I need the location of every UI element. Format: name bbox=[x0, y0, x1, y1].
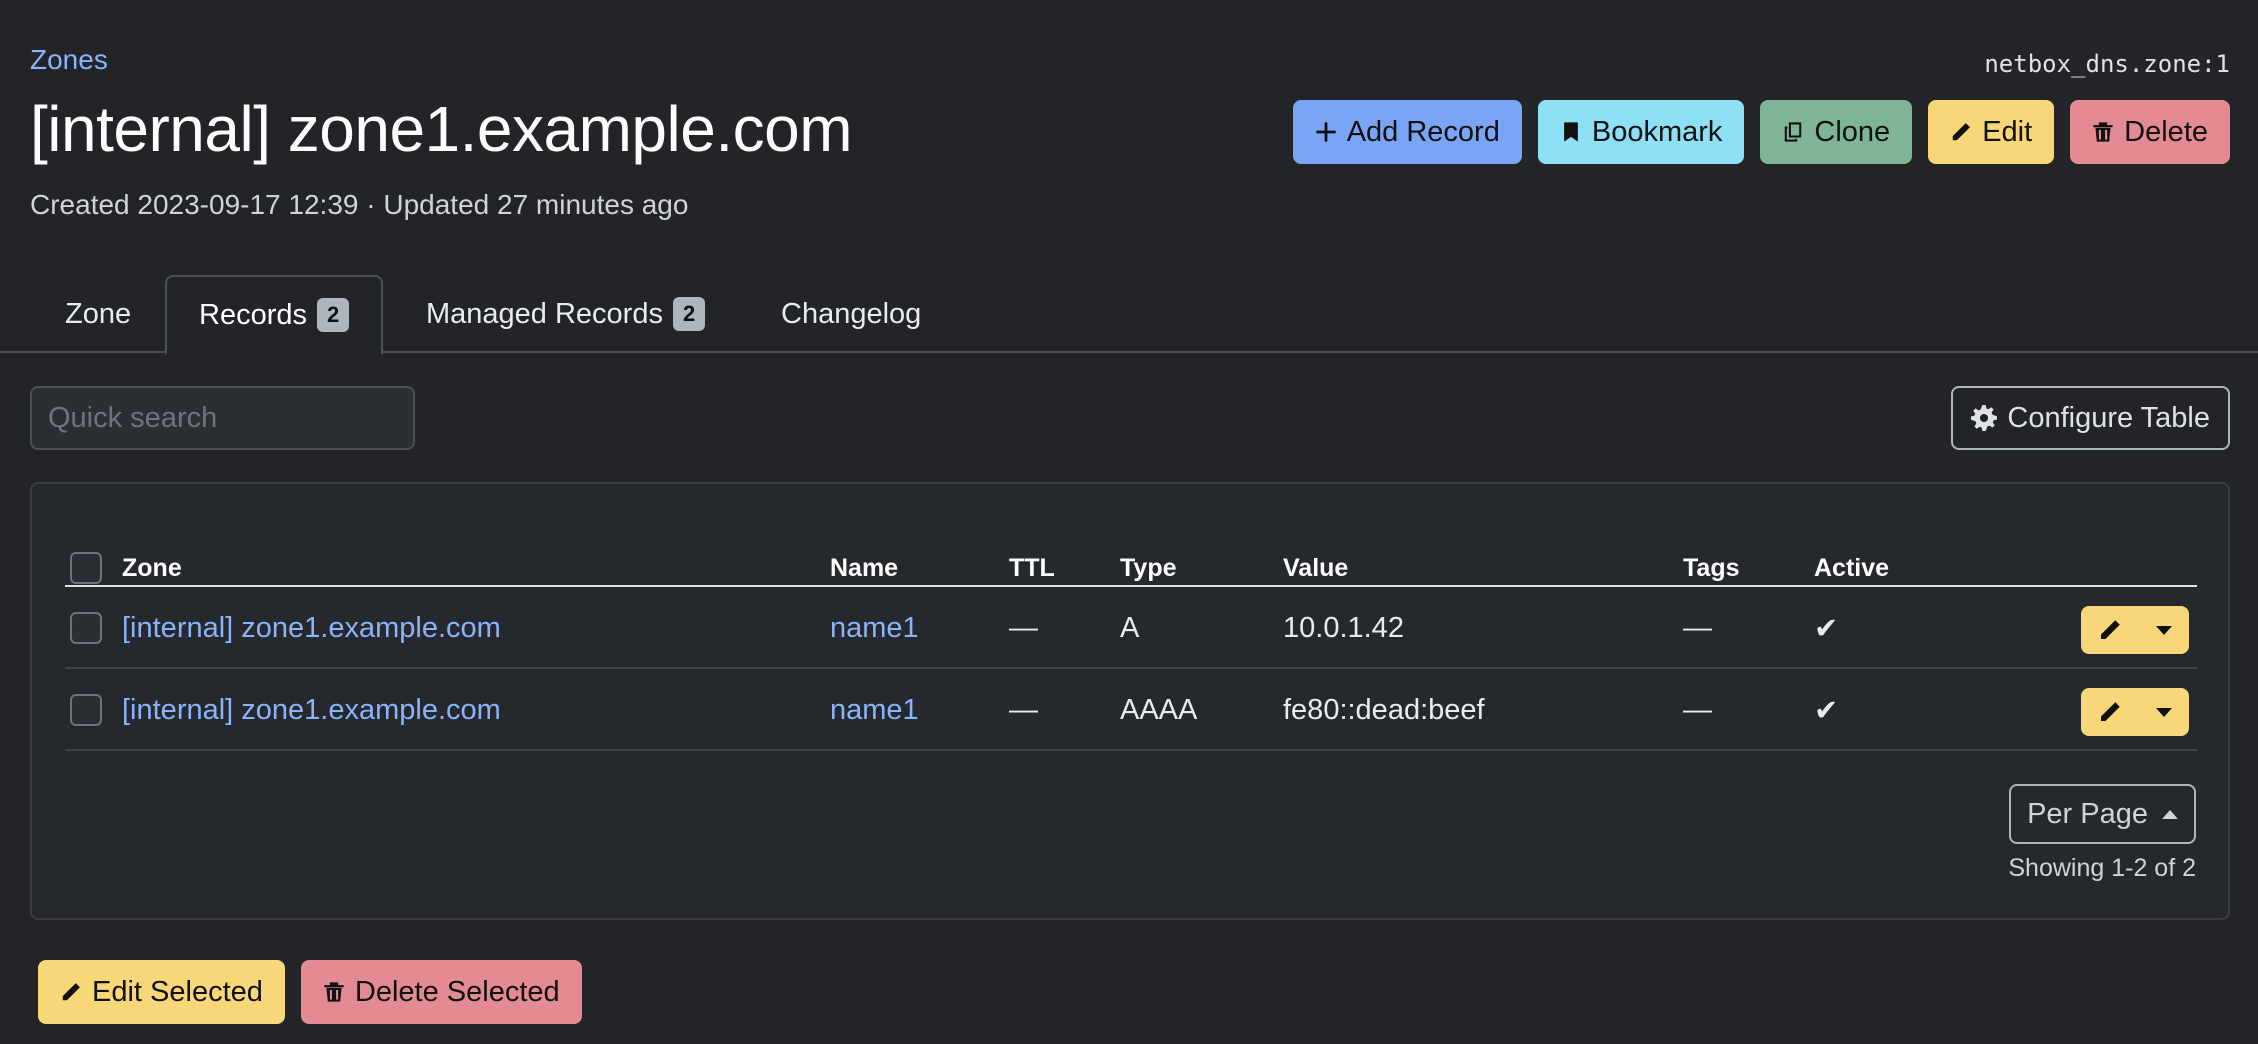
created-updated-meta: Created 2023-09-17 12:39 · Updated 27 mi… bbox=[30, 189, 689, 220]
column-header-tags: Tags bbox=[1683, 553, 1740, 582]
row-actions-group bbox=[2081, 688, 2189, 736]
tab-label: Managed Records bbox=[426, 297, 663, 330]
bookmark-icon bbox=[1563, 122, 1578, 142]
pagination-summary: Showing 1-2 of 2 bbox=[2008, 854, 2196, 882]
tab-bar: Zone Records 2 Managed Records 2 Changel… bbox=[0, 275, 2258, 355]
plus-icon bbox=[1316, 122, 1336, 142]
tab-label: Zone bbox=[65, 297, 132, 330]
ttl-cell: — bbox=[1009, 611, 1038, 644]
count-badge: 2 bbox=[317, 298, 350, 332]
row-actions-dropdown[interactable] bbox=[2139, 606, 2189, 654]
value-cell: 10.0.1.42 bbox=[1283, 611, 1404, 644]
select-all-checkbox[interactable] bbox=[70, 552, 102, 584]
edit-selected-label: Edit Selected bbox=[92, 975, 263, 1008]
type-cell: A bbox=[1120, 611, 1140, 644]
record-name-link[interactable]: name1 bbox=[830, 587, 919, 669]
active-check-icon: ✔ bbox=[1814, 612, 1839, 645]
edit-selected-button[interactable]: Edit Selected bbox=[38, 960, 285, 1024]
row-checkbox-cell bbox=[70, 587, 102, 669]
trash-icon bbox=[324, 982, 344, 1002]
pencil-icon bbox=[1952, 123, 1971, 141]
edit-label: Edit bbox=[1982, 115, 2033, 148]
zone-link[interactable]: [internal] zone1.example.com bbox=[122, 669, 501, 751]
row-edit-button[interactable] bbox=[2081, 606, 2139, 654]
zone-link[interactable]: [internal] zone1.example.com bbox=[122, 587, 501, 669]
row-checkbox-cell bbox=[70, 669, 102, 751]
quick-search-input[interactable] bbox=[30, 386, 415, 450]
table-row: [internal] zone1.example.com name1 — A 1… bbox=[65, 587, 2197, 669]
record-name-link[interactable]: name1 bbox=[830, 669, 919, 751]
clone-button[interactable]: Clone bbox=[1760, 100, 1913, 164]
column-header-zone[interactable]: Zone bbox=[122, 548, 182, 588]
pencil-icon bbox=[2101, 702, 2120, 721]
delete-selected-button[interactable]: Delete Selected bbox=[300, 960, 582, 1024]
caret-up-icon bbox=[2162, 809, 2178, 819]
tab-label: Changelog bbox=[781, 297, 922, 330]
records-table-card: Zone Name TTL Type Value Tags Active [in… bbox=[30, 482, 2230, 920]
bookmark-button[interactable]: Bookmark bbox=[1537, 100, 1745, 164]
delete-button[interactable]: Delete bbox=[2070, 100, 2230, 164]
configure-table-label: Configure Table bbox=[2007, 401, 2210, 434]
edit-button[interactable]: Edit bbox=[1928, 100, 2055, 164]
page-title: [internal] zone1.example.com bbox=[30, 93, 853, 165]
tab-label: Records bbox=[199, 298, 307, 331]
add-record-label: Add Record bbox=[1346, 115, 1500, 148]
trash-icon bbox=[2093, 122, 2113, 142]
per-page-dropdown[interactable]: Per Page bbox=[2009, 784, 2196, 844]
column-header-name[interactable]: Name bbox=[830, 548, 898, 588]
column-header-active[interactable]: Active bbox=[1814, 548, 1889, 588]
delete-selected-label: Delete Selected bbox=[354, 975, 560, 1008]
delete-label: Delete bbox=[2124, 115, 2208, 148]
tab-managed-records[interactable]: Managed Records 2 bbox=[394, 275, 737, 353]
configure-table-button[interactable]: Configure Table bbox=[1951, 386, 2230, 450]
row-checkbox[interactable] bbox=[70, 694, 102, 726]
per-page-label: Per Page bbox=[2027, 797, 2148, 830]
tab-records[interactable]: Records 2 bbox=[165, 275, 384, 355]
table-row: [internal] zone1.example.com name1 — AAA… bbox=[65, 669, 2197, 751]
gear-icon bbox=[1971, 405, 1998, 431]
tab-zone[interactable]: Zone bbox=[33, 275, 163, 353]
type-cell: AAAA bbox=[1120, 693, 1198, 726]
caret-down-icon bbox=[2156, 625, 2172, 635]
caret-down-icon bbox=[2156, 707, 2172, 717]
select-all-checkbox-cell bbox=[70, 548, 102, 588]
ttl-cell: — bbox=[1009, 693, 1038, 726]
clone-label: Clone bbox=[1814, 115, 1891, 148]
row-checkbox[interactable] bbox=[70, 612, 102, 644]
row-actions-group bbox=[2081, 606, 2189, 654]
tab-changelog[interactable]: Changelog bbox=[749, 275, 953, 353]
object-identifier: netbox_dns.zone:1 bbox=[1984, 50, 2230, 78]
tags-cell: — bbox=[1683, 611, 1712, 644]
page: Zones netbox_dns.zone:1 [internal] zone1… bbox=[0, 0, 2258, 1044]
breadcrumb-zones[interactable]: Zones bbox=[30, 44, 108, 76]
bookmark-label: Bookmark bbox=[1591, 115, 1723, 148]
value-cell: fe80::dead:beef bbox=[1283, 693, 1485, 726]
add-record-button[interactable]: Add Record bbox=[1292, 100, 1522, 164]
row-actions-dropdown[interactable] bbox=[2139, 688, 2189, 736]
tags-cell: — bbox=[1683, 693, 1712, 726]
object-actions: Add Record Bookmark Clone Edit Delete bbox=[1292, 100, 2230, 164]
column-header-ttl[interactable]: TTL bbox=[1009, 548, 1055, 588]
row-edit-button[interactable] bbox=[2081, 688, 2139, 736]
column-header-type[interactable]: Type bbox=[1120, 548, 1177, 588]
pencil-icon bbox=[62, 983, 80, 1001]
clone-icon bbox=[1785, 122, 1802, 142]
pencil-icon bbox=[2101, 620, 2120, 639]
column-header-value[interactable]: Value bbox=[1283, 548, 1348, 588]
active-check-icon: ✔ bbox=[1814, 694, 1839, 727]
count-badge: 2 bbox=[672, 297, 706, 331]
bulk-actions: Edit Selected Delete Selected bbox=[38, 960, 582, 1024]
